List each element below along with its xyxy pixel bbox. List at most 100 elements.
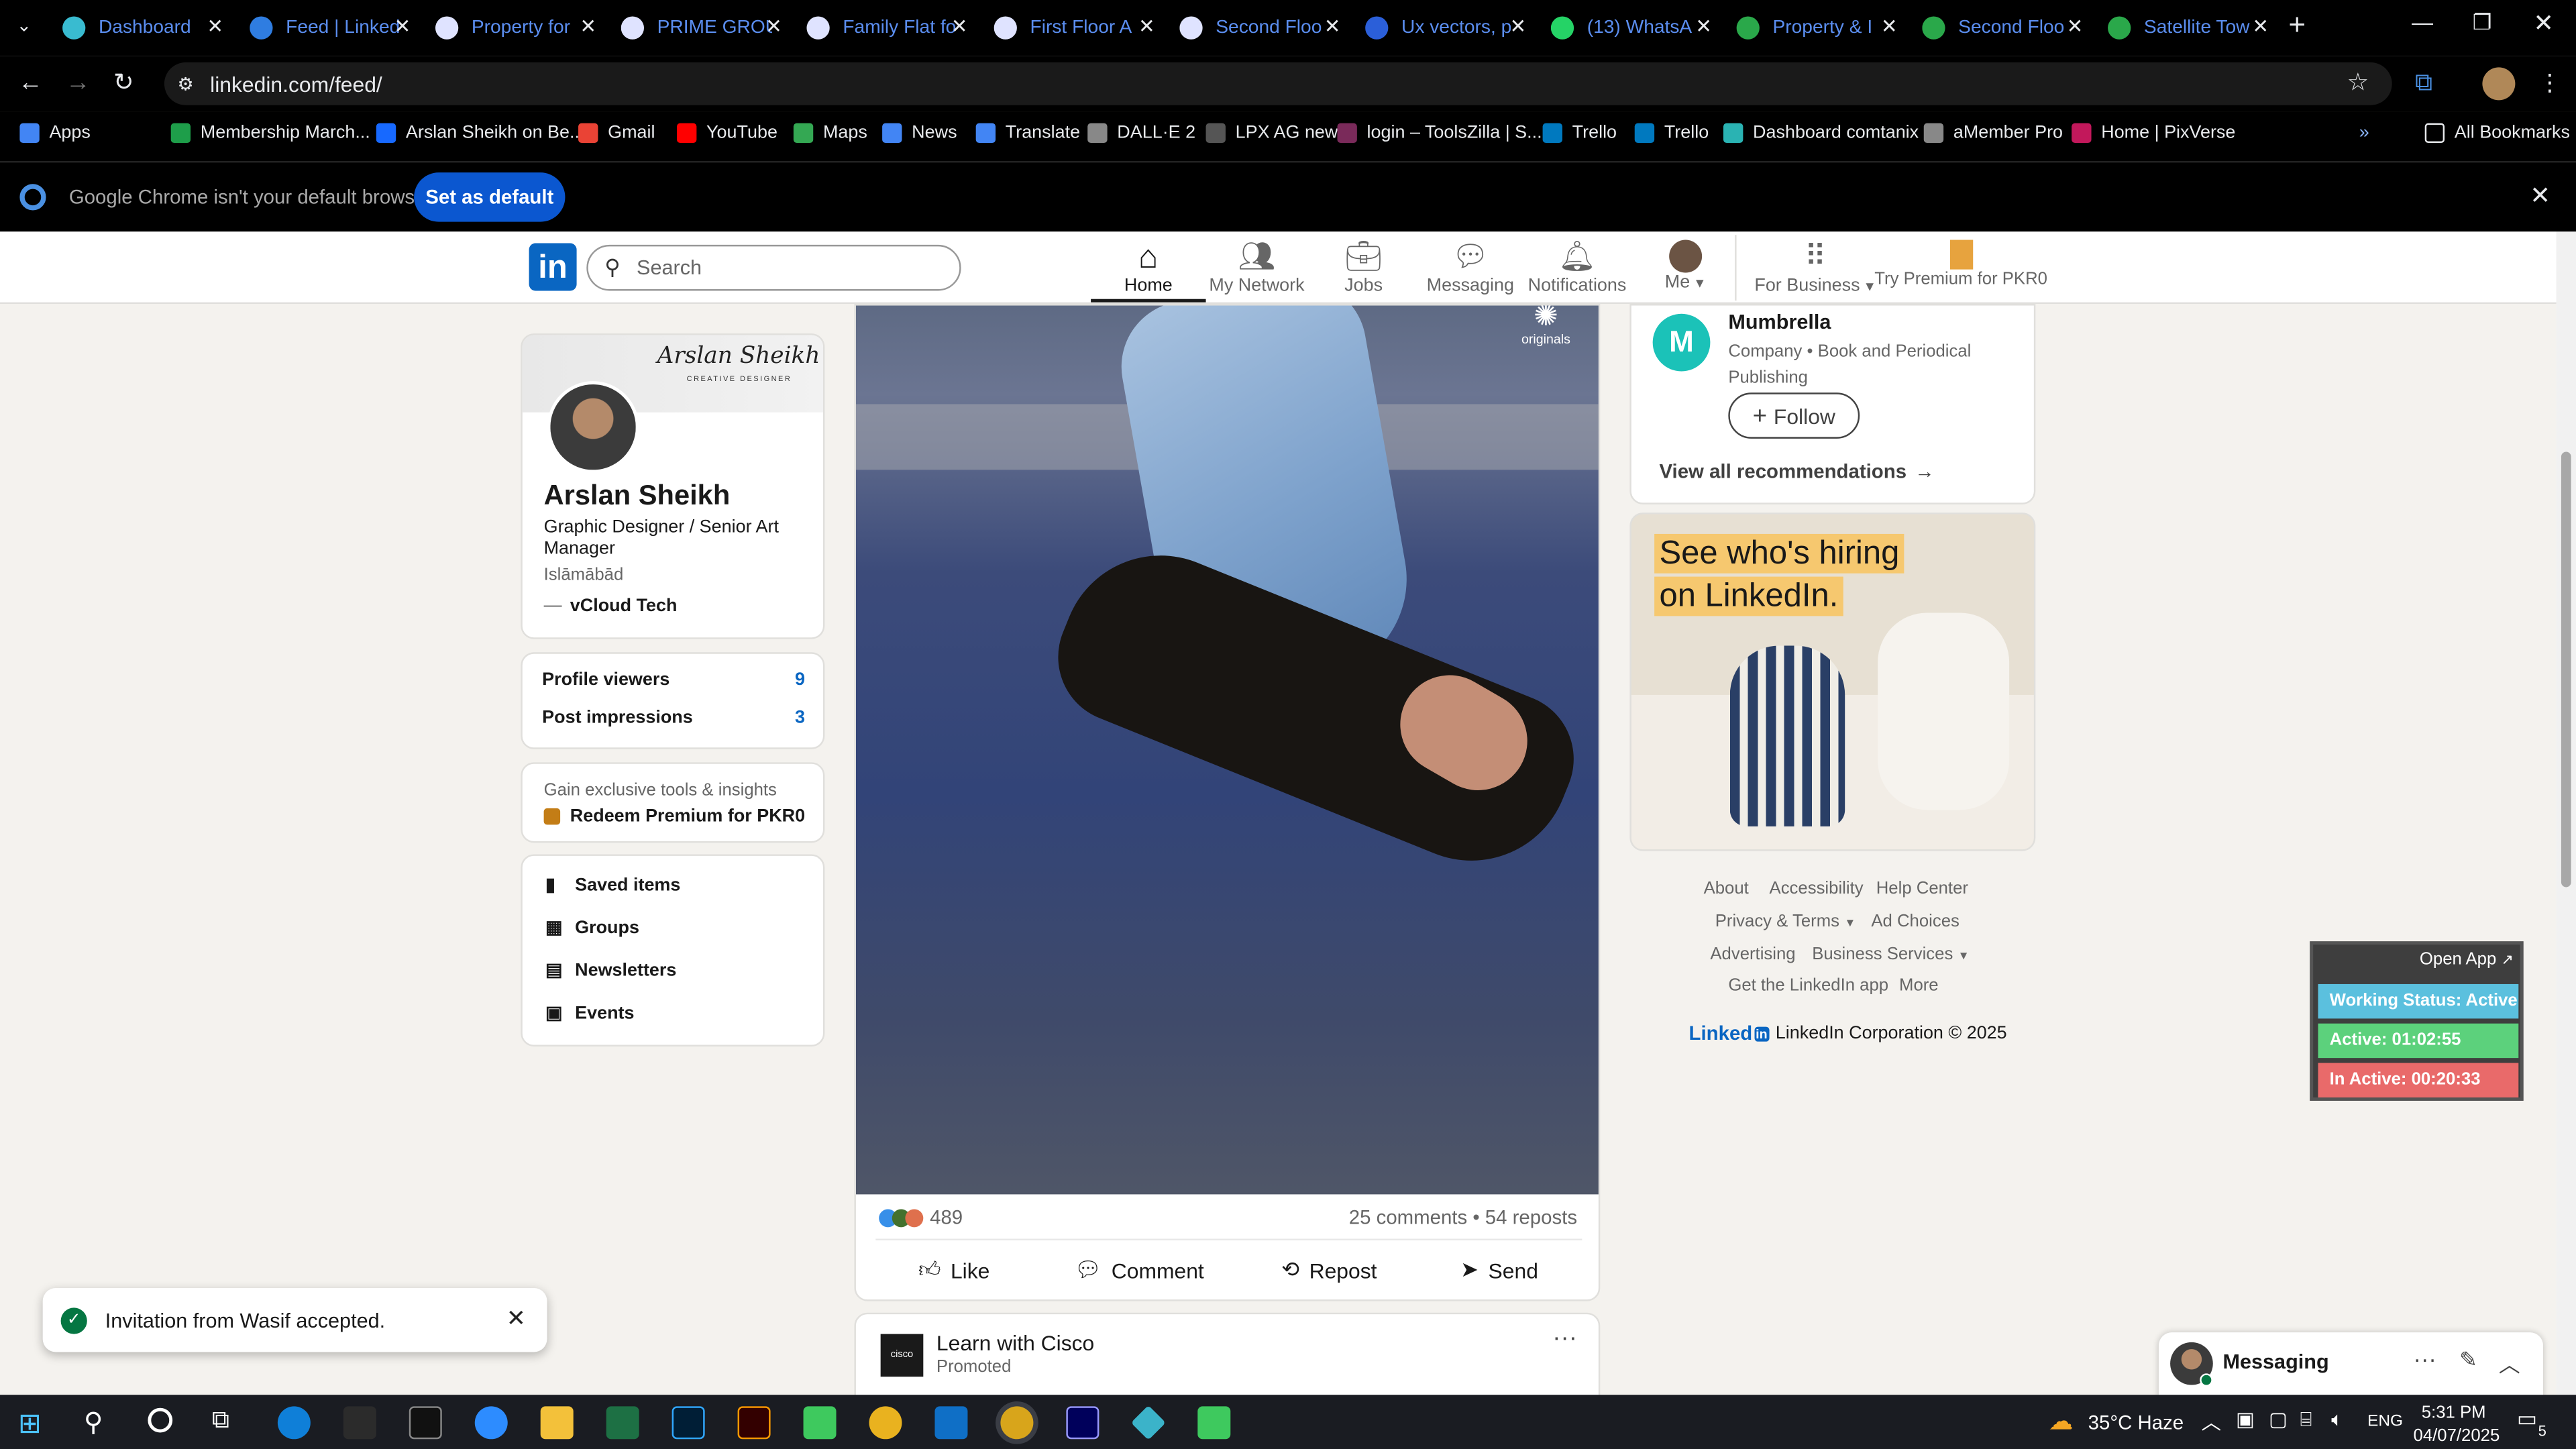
tab-close-icon[interactable]: ✕	[394, 15, 411, 38]
clock-time[interactable]: 5:31 PM	[2422, 1403, 2486, 1422]
close-window-icon[interactable]: ✕	[2533, 8, 2554, 38]
messaging-bar[interactable]: Messaging ··· ✎ ︿	[2158, 1332, 2544, 1399]
hiring-ad[interactable]: See who's hiring on LinkedIn.	[1629, 513, 2036, 851]
company-name[interactable]: Mumbrella	[1728, 311, 1831, 333]
more-bookmarks-icon[interactable]: »	[2359, 123, 2369, 143]
shortcut-saved-items[interactable]: ▮ Saved items	[545, 874, 680, 896]
browser-tab[interactable]: Second Floo ✕	[1922, 7, 2083, 50]
bookmark-item[interactable]: Trello	[1634, 123, 1709, 144]
terminal-icon[interactable]	[409, 1406, 442, 1440]
minimize-icon[interactable]: —	[2412, 10, 2433, 35]
browser-tab[interactable]: Property for ✕	[435, 7, 596, 50]
tab-close-icon[interactable]: ✕	[1324, 15, 1341, 38]
footer-link[interactable]: Privacy & Terms ▼	[1715, 912, 1856, 931]
new-tab-icon[interactable]: +	[2288, 8, 2306, 42]
site-info-icon[interactable]: ⚙	[177, 73, 193, 94]
meet-icon[interactable]: ▣	[2236, 1408, 2255, 1431]
view-all-recommendations[interactable]: View all recommendations →	[1659, 460, 1934, 483]
nav-messaging[interactable]: 💬︎ Messaging	[1413, 237, 1527, 303]
tab-close-icon[interactable]: ✕	[951, 15, 968, 38]
premium-link[interactable]: Redeem Premium for PKR0	[543, 806, 805, 826]
chrome-taskbar-icon[interactable]	[869, 1406, 902, 1440]
weather-icon[interactable]: ☁	[2049, 1406, 2074, 1436]
open-app-link[interactable]: Open App ↗	[2420, 950, 2514, 969]
profile-avatar[interactable]	[2482, 67, 2516, 101]
browser-tab[interactable]: Feed | Linked ✕	[250, 7, 411, 50]
extensions-icon[interactable]: ⧉	[2415, 69, 2432, 97]
post-video[interactable]: ✺ originals	[855, 305, 1599, 1195]
bookmark-item[interactable]: Translate	[975, 123, 1080, 144]
restore-icon[interactable]: ❐	[2473, 10, 2492, 36]
footer-link[interactable]: Business Services ▼	[1812, 945, 1969, 964]
footer-link[interactable]: Advertising	[1710, 945, 1795, 964]
promoted-title[interactable]: Learn with Cisco	[936, 1331, 1094, 1356]
bookmark-item[interactable]: Arslan Sheikh on Be...	[376, 123, 584, 144]
tab-close-icon[interactable]: ✕	[1695, 15, 1712, 38]
bookmark-item[interactable]: Maps	[793, 123, 867, 144]
like-button[interactable]: 👍︎ Like	[918, 1256, 989, 1283]
linkedin-logo[interactable]: in	[529, 243, 577, 291]
task-view-icon[interactable]: ⧉	[212, 1406, 229, 1434]
chevron-up-icon[interactable]: ︿	[2499, 1347, 2520, 1379]
display-icon[interactable]: ▢	[2269, 1408, 2288, 1431]
browser-tab[interactable]: Satellite Tow ✕	[2108, 7, 2269, 50]
shortcut-groups[interactable]: ▦ Groups	[545, 917, 639, 938]
messaging-more-icon[interactable]: ···	[2414, 1346, 2436, 1372]
bookmark-item[interactable]: Dashboard comtanix	[1723, 123, 1919, 144]
edge-icon[interactable]	[277, 1406, 311, 1440]
nav-me[interactable]: ●Me▼	[1628, 237, 1743, 303]
comment-repost-count[interactable]: 25 comments • 54 reposts	[1349, 1206, 1577, 1229]
footer-link[interactable]: Help Center	[1876, 879, 1968, 898]
bookmark-item[interactable]: Gmail	[578, 123, 655, 144]
nav-jobs[interactable]: 💼︎ Jobs	[1306, 237, 1421, 303]
tab-close-icon[interactable]: ✕	[1881, 15, 1898, 38]
stat-row[interactable]: Profile viewers 9	[542, 670, 805, 690]
photoshop-icon[interactable]	[672, 1406, 705, 1440]
nav-notifications[interactable]: 🔔︎ Notifications	[1519, 237, 1634, 303]
notification-center-icon[interactable]: ▭	[2517, 1406, 2537, 1432]
set-default-button[interactable]: Set as default	[414, 172, 566, 222]
bookmark-item[interactable]: News	[882, 123, 957, 144]
stat-row[interactable]: Post impressions 3	[542, 708, 805, 728]
forward-icon[interactable]: →	[66, 69, 91, 97]
browser-tab[interactable]: (13) WhatsA ✕	[1550, 7, 1712, 50]
bookmark-item[interactable]: Apps	[19, 123, 91, 144]
bookmark-item[interactable]: login – ToolsZilla | S...	[1337, 123, 1542, 144]
illustrator-icon[interactable]	[737, 1406, 771, 1440]
bookmark-star-icon[interactable]: ☆	[2347, 67, 2369, 97]
browser-tab[interactable]: PRIME GROU ✕	[621, 7, 782, 50]
menu-icon[interactable]: ⋮	[2538, 69, 2561, 97]
weather-text[interactable]: 35°C Haze	[2088, 1411, 2184, 1434]
profile-avatar-photo[interactable]	[547, 381, 639, 474]
tab-close-icon[interactable]: ✕	[765, 15, 782, 38]
browser-tab[interactable]: Second Floo ✕	[1179, 7, 1340, 50]
reload-icon[interactable]: ↻	[113, 67, 134, 97]
search-input[interactable]: ⚲ Search	[586, 244, 961, 291]
windows-start-icon[interactable]: ⊞	[18, 1408, 42, 1441]
green-app-2-icon[interactable]	[1197, 1406, 1231, 1440]
bookmark-item[interactable]: Trello	[1542, 123, 1617, 144]
zoom-icon[interactable]	[474, 1406, 508, 1440]
tab-search-icon[interactable]: ⌄	[16, 15, 32, 36]
premium-card[interactable]: Gain exclusive tools & insights Redeem P…	[521, 762, 825, 843]
tray-chevron-icon[interactable]: ︿	[2202, 1408, 2221, 1436]
cortana-icon[interactable]	[148, 1407, 173, 1433]
browser-tab[interactable]: Family Flat fo ✕	[806, 7, 967, 50]
footer-link[interactable]: Ad Choices	[1871, 912, 1960, 931]
browser-tab[interactable]: Dashboard ✕	[62, 7, 223, 50]
profile-name[interactable]: Arslan Sheikh	[544, 480, 731, 513]
file-explorer-icon[interactable]	[540, 1406, 574, 1440]
browser-tab[interactable]: First Floor A ✕	[994, 7, 1155, 50]
page-scrollbar[interactable]	[2556, 231, 2576, 1395]
footer-link[interactable]: Get the LinkedIn app	[1728, 976, 1888, 996]
follow-button[interactable]: + Follow	[1728, 392, 1860, 439]
chrome-active-icon[interactable]	[1000, 1406, 1034, 1440]
bookmark-item[interactable]: aMember Pro	[1923, 123, 2063, 144]
profile-company[interactable]: — vCloud Tech	[544, 596, 678, 616]
language-indicator[interactable]: ENG	[2367, 1413, 2403, 1431]
nav-for-business[interactable]: ⠿ For Business ▼	[1750, 237, 1881, 303]
footer-link[interactable]: Accessibility	[1770, 879, 1864, 898]
bookmark-item[interactable]: DALL·E 2	[1087, 123, 1195, 144]
tab-close-icon[interactable]: ✕	[1509, 15, 1526, 38]
mumbrella-logo[interactable]: M	[1652, 313, 1711, 372]
